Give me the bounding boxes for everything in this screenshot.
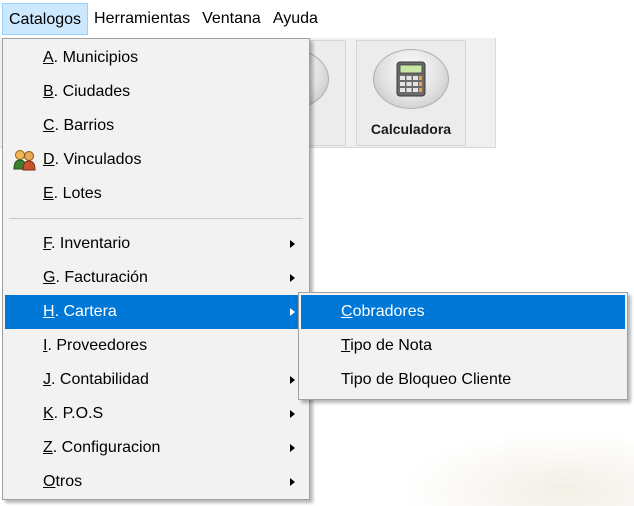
menu-item-proveedores[interactable]: I. Proveedores [5,329,307,363]
menu-item-label: . Municipios [53,49,139,66]
catalogos-menu: A. Municipios B. Ciudades C. Barrios D. … [2,38,310,500]
menu-item-pos[interactable]: K. P.O.S [5,397,307,431]
mnemonic: O [43,473,56,490]
mnemonic: C [43,117,55,134]
menu-ayuda[interactable]: Ayuda [267,3,324,35]
menu-catalogos[interactable]: Catalogos [2,3,89,35]
menu-item-label: . Vinculados [54,151,142,168]
menu-item-configuracion[interactable]: Z. Configuracion [5,431,307,465]
menu-item-otros[interactable]: Otros [5,465,307,499]
submenu-item-tipo-de-nota[interactable]: Tipo de Nota [301,329,625,363]
menu-item-barrios[interactable]: C. Barrios [5,109,307,143]
mnemonic: Z [43,439,53,456]
mnemonic: G [43,269,56,286]
submenu-item-tipo-de-bloqueo-cliente[interactable]: Tipo de Bloqueo Cliente [301,363,625,397]
submenu-arrow-icon [290,240,295,248]
mnemonic: A [43,49,54,66]
menu-item-contabilidad[interactable]: J. Contabilidad [5,363,307,397]
menu-item-ciudades[interactable]: B. Ciudades [5,75,307,109]
mnemonic: H [43,303,55,320]
menu-item-label: . Facturación [55,269,148,286]
submenu-arrow-icon [290,308,295,316]
menu-item-label: . Contabilidad [51,371,149,388]
mnemonic: D [43,151,55,168]
menu-item-label: . Ciudades [53,83,131,100]
calculator-icon [396,61,426,97]
menu-separator [9,218,303,219]
people-icon [13,150,36,171]
mnemonic: F [43,235,51,252]
mnemonic: E [43,185,54,202]
menu-item-label: Tipo de Bloqueo Cliente [341,371,512,388]
background [400,430,634,506]
menu-item-label: tros [55,473,83,490]
menu-item-label: ipo de Nota [350,337,433,354]
mnemonic: C [341,303,353,320]
mnemonic: T [341,337,351,354]
menu-ventana[interactable]: Ventana [196,3,267,35]
submenu-arrow-icon [290,376,295,384]
menu-item-label: . Barrios [54,117,115,134]
calculadora-button[interactable]: Calculadora [356,40,466,146]
mnemonic: J [43,371,51,388]
cartera-submenu: Cobradores Tipo de Nota Tipo de Bloqueo … [298,292,628,400]
menu-item-facturacion[interactable]: G. Facturación [5,261,307,295]
menu-item-label: . Cartera [54,303,117,320]
menu-item-label: . Proveedores [47,337,148,354]
menu-item-label: . Configuracion [52,439,161,456]
submenu-arrow-icon [290,444,295,452]
calculadora-label: Calculadora [370,121,452,137]
menu-item-vinculados[interactable]: D. Vinculados [5,143,307,177]
submenu-arrow-icon [290,410,295,418]
menu-item-label: obradores [352,303,425,320]
menu-item-cartera[interactable]: H. Cartera [5,295,307,329]
menu-item-label: . Lotes [53,185,102,202]
menu-bar: Catalogos Herramientas Ventana Ayuda [0,0,634,38]
menu-item-label: . P.O.S [53,405,104,422]
menu-item-inventario[interactable]: F. Inventario [5,227,307,261]
menu-herramientas[interactable]: Herramientas [88,3,196,35]
menu-item-lotes[interactable]: E. Lotes [5,177,307,211]
submenu-arrow-icon [290,478,295,486]
mnemonic: K [43,405,54,422]
menu-item-label: . Inventario [51,235,131,252]
submenu-arrow-icon [290,274,295,282]
mnemonic: B [43,83,54,100]
submenu-item-cobradores[interactable]: Cobradores [301,295,625,329]
menu-item-municipios[interactable]: A. Municipios [5,41,307,75]
